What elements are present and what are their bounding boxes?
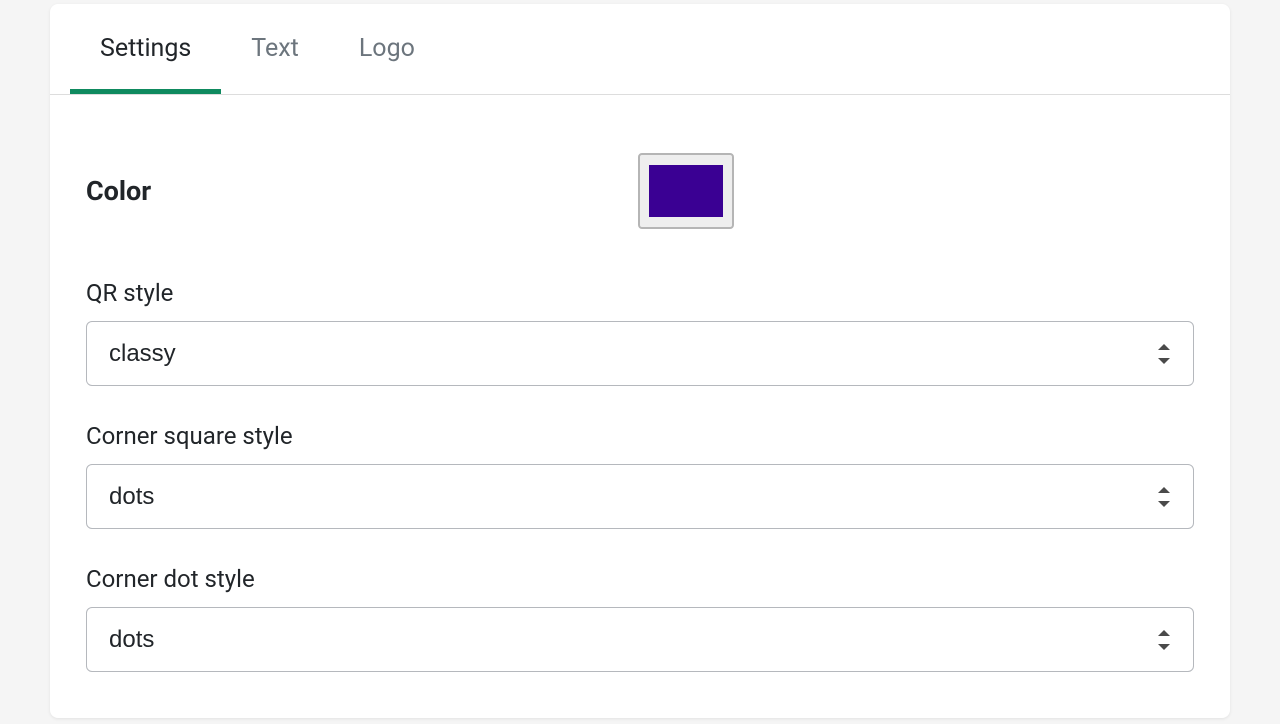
qr-style-select-wrapper: classy [86,321,1194,386]
corner-dot-style-select[interactable]: dots [86,607,1194,672]
corner-dot-style-field: Corner dot style dots [86,565,1194,672]
color-row: Color [86,153,1194,229]
corner-square-style-select[interactable]: dots [86,464,1194,529]
qr-style-label: QR style [86,279,1194,307]
color-label: Color [86,175,638,207]
settings-card: Settings Text Logo Color QR style classy… [50,4,1230,718]
tab-logo[interactable]: Logo [329,4,445,94]
tab-settings[interactable]: Settings [70,4,221,94]
color-swatch [649,165,723,217]
corner-square-style-field: Corner square style dots [86,422,1194,529]
corner-dot-style-select-wrapper: dots [86,607,1194,672]
qr-style-field: QR style classy [86,279,1194,386]
corner-square-style-select-wrapper: dots [86,464,1194,529]
color-picker[interactable] [638,153,734,229]
corner-dot-style-label: Corner dot style [86,565,1194,593]
qr-style-select[interactable]: classy [86,321,1194,386]
tab-text[interactable]: Text [221,4,329,94]
tabs: Settings Text Logo [50,4,1230,95]
corner-square-style-label: Corner square style [86,422,1194,450]
settings-content: Color QR style classy Corner square styl… [50,95,1230,718]
